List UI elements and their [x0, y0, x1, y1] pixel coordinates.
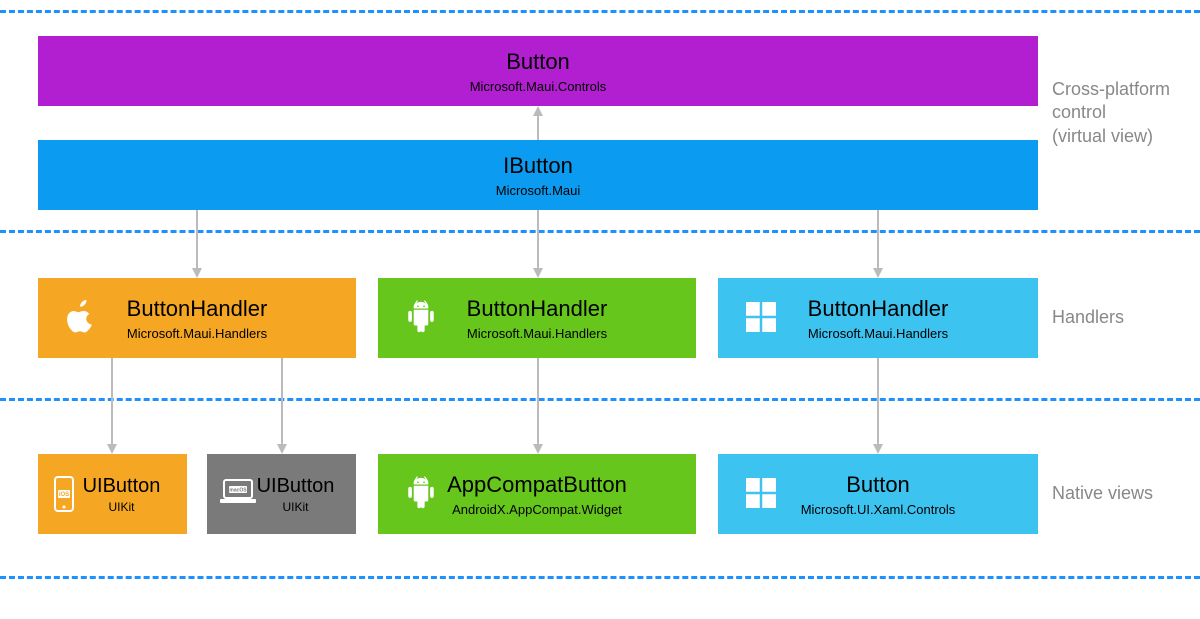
box-native-windows: Button Microsoft.UI.Xaml.Controls — [718, 454, 1038, 534]
box-subtitle: Microsoft.Maui.Controls — [470, 79, 607, 94]
box-title: Button — [846, 472, 910, 498]
box-title: UIButton — [257, 475, 335, 498]
macos-laptop-icon: macOS — [219, 478, 257, 506]
box-title: UIButton — [83, 475, 161, 498]
arrow-handler-android-to-native — [533, 358, 543, 454]
box-subtitle: Microsoft.Maui.Handlers — [127, 326, 267, 341]
box-title: ButtonHandler — [127, 296, 268, 322]
box-handler-windows: ButtonHandler Microsoft.Maui.Handlers — [718, 278, 1038, 358]
ios-phone-icon: iOS — [52, 476, 76, 512]
apple-logo-icon — [66, 300, 96, 334]
box-native-macos: macOS UIButton UIKit — [207, 454, 356, 534]
arrow-handler-apple-to-ios — [107, 358, 117, 454]
section-label-handlers: Handlers — [1052, 306, 1200, 329]
separator-line — [0, 398, 1200, 401]
arrow-ibutton-to-handler-windows — [873, 210, 883, 278]
box-title: Button — [506, 49, 570, 75]
box-subtitle: AndroidX.AppCompat.Widget — [452, 502, 622, 517]
separator-line — [0, 576, 1200, 579]
windows-logo-icon — [746, 302, 776, 332]
arrow-handler-apple-to-macos — [277, 358, 287, 454]
box-subtitle: UIKit — [108, 500, 134, 514]
box-title: ButtonHandler — [808, 296, 949, 322]
label-text: Native views — [1052, 483, 1153, 503]
separator-line — [0, 230, 1200, 233]
arrow-handler-windows-to-native — [873, 358, 883, 454]
box-title: AppCompatButton — [447, 472, 627, 498]
box-native-ios: iOS UIButton UIKit — [38, 454, 187, 534]
box-subtitle: UIKit — [282, 500, 308, 514]
label-text: control — [1052, 102, 1106, 122]
box-button: Button Microsoft.Maui.Controls — [38, 36, 1038, 106]
arrow-ibutton-to-button — [533, 106, 543, 140]
android-logo-icon — [406, 476, 436, 510]
box-ibutton: IButton Microsoft.Maui — [38, 140, 1038, 210]
box-title: ButtonHandler — [467, 296, 608, 322]
box-subtitle: Microsoft.Maui.Handlers — [808, 326, 948, 341]
arrow-ibutton-to-handler-android — [533, 210, 543, 278]
arrow-ibutton-to-handler-apple — [192, 210, 202, 278]
label-text: Cross-platform — [1052, 79, 1170, 99]
label-text: (virtual view) — [1052, 126, 1153, 146]
section-label-native: Native views — [1052, 482, 1200, 505]
box-native-android: AppCompatButton AndroidX.AppCompat.Widge… — [378, 454, 696, 534]
label-text: Handlers — [1052, 307, 1124, 327]
box-handler-apple: ButtonHandler Microsoft.Maui.Handlers — [38, 278, 356, 358]
separator-line — [0, 10, 1200, 13]
svg-text:iOS: iOS — [59, 492, 69, 498]
box-subtitle: Microsoft.Maui.Handlers — [467, 326, 607, 341]
section-label-crossplatform: Cross-platform control (virtual view) — [1052, 78, 1200, 148]
box-subtitle: Microsoft.UI.Xaml.Controls — [801, 502, 956, 517]
box-subtitle: Microsoft.Maui — [496, 183, 581, 198]
box-handler-android: ButtonHandler Microsoft.Maui.Handlers — [378, 278, 696, 358]
svg-text:macOS: macOS — [229, 488, 247, 494]
box-title: IButton — [503, 153, 573, 179]
windows-logo-icon — [746, 478, 776, 508]
android-logo-icon — [406, 300, 436, 334]
